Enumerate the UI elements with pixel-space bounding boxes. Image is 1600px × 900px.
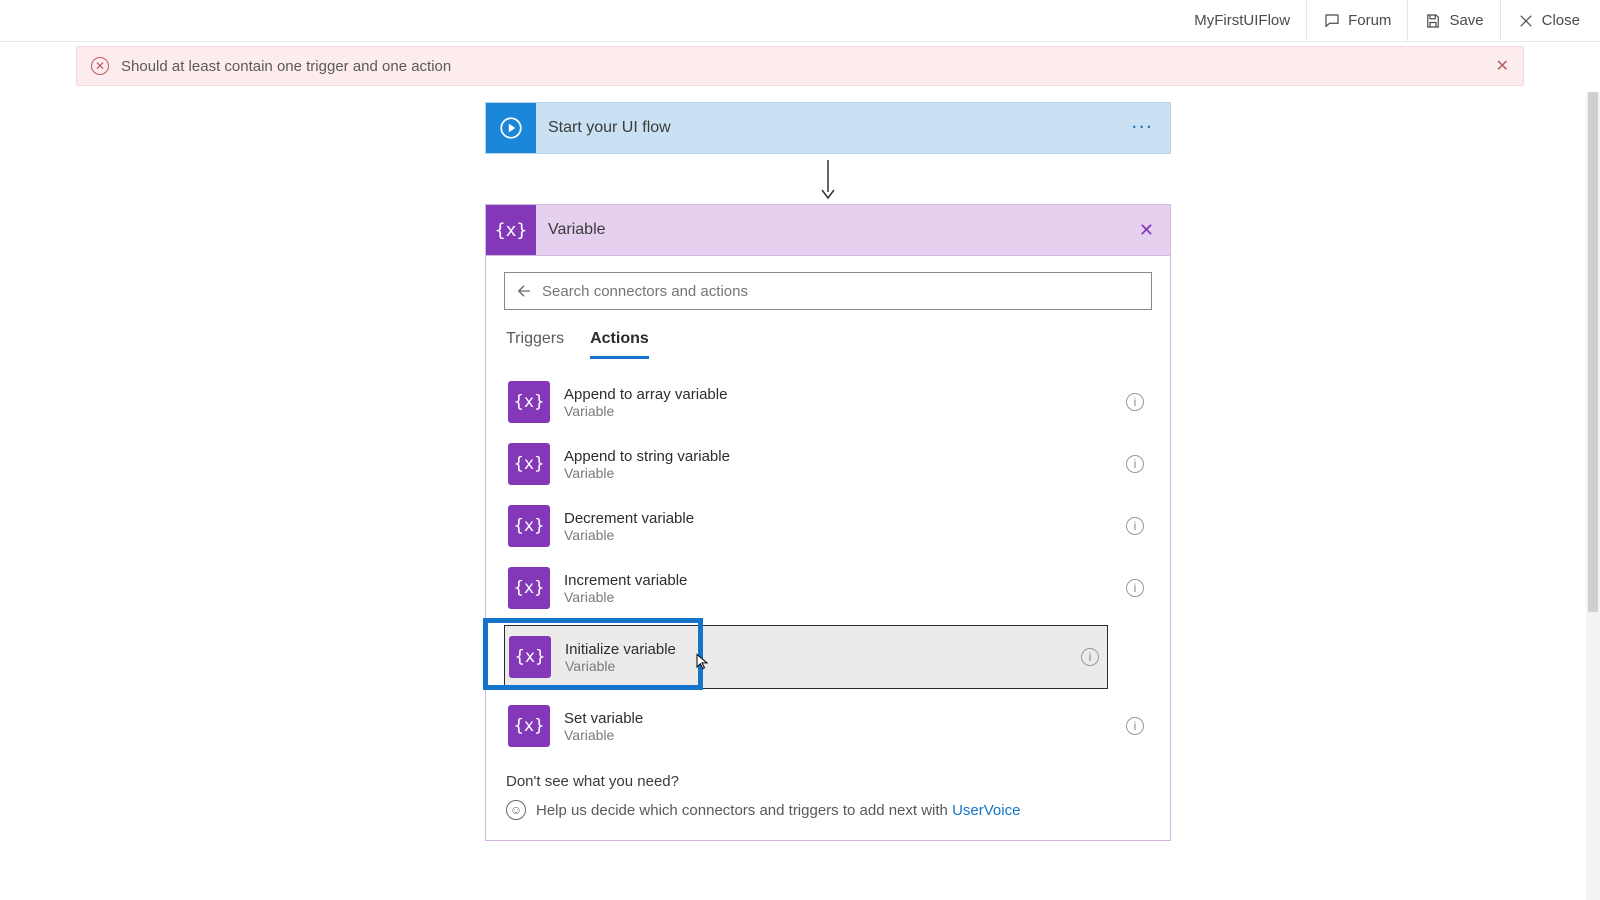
action-title: Append to string variable	[564, 448, 730, 465]
variable-panel-body: Triggers Actions {x} Append to array var…	[485, 256, 1171, 841]
variable-icon: {x}	[508, 381, 550, 423]
tab-triggers[interactable]: Triggers	[506, 330, 564, 359]
variable-panel-header: {x} Variable ✕	[485, 204, 1171, 256]
action-title: Increment variable	[564, 572, 687, 589]
action-append-string[interactable]: {x} Append to string variable Variable i	[504, 433, 1152, 495]
footer-text: Help us decide which connectors and trig…	[536, 802, 952, 819]
action-title: Decrement variable	[564, 510, 694, 527]
play-icon	[486, 103, 536, 153]
panel-footer: Don't see what you need? ☺ Help us decid…	[504, 773, 1152, 832]
save-label: Save	[1449, 12, 1483, 29]
start-flow-title: Start your UI flow	[536, 119, 1116, 137]
action-append-array[interactable]: {x} Append to array variable Variable i	[504, 371, 1152, 433]
close-label: Close	[1542, 12, 1580, 29]
arrow-down-icon	[816, 158, 840, 202]
variable-icon: {x}	[509, 636, 551, 678]
top-toolbar: MyFirstUIFlow Forum Save Close	[0, 0, 1600, 42]
info-icon[interactable]: i	[1126, 579, 1144, 597]
variable-icon: {x}	[508, 567, 550, 609]
info-icon[interactable]: i	[1126, 393, 1144, 411]
designer-canvas: Start your UI flow ··· {x} Variable ✕ Tr…	[76, 92, 1580, 900]
action-subtitle: Variable	[564, 527, 694, 543]
action-subtitle: Variable	[564, 589, 687, 605]
action-set[interactable]: {x} Set variable Variable i	[504, 695, 1152, 757]
variable-icon: {x}	[486, 205, 536, 255]
error-message: Should at least contain one trigger and …	[121, 58, 451, 75]
banner-close-button[interactable]: ✕	[1496, 56, 1509, 76]
vertical-scrollbar[interactable]	[1586, 92, 1600, 900]
info-icon[interactable]: i	[1126, 455, 1144, 473]
tabs: Triggers Actions	[506, 330, 1152, 359]
action-title: Initialize variable	[565, 641, 676, 658]
info-icon[interactable]: i	[1081, 648, 1099, 666]
start-flow-card[interactable]: Start your UI flow ···	[485, 102, 1171, 154]
tab-actions[interactable]: Actions	[590, 330, 649, 359]
action-subtitle: Variable	[565, 658, 676, 674]
action-initialize[interactable]: {x} Initialize variable Variable i	[504, 625, 1108, 689]
action-title: Set variable	[564, 710, 643, 727]
error-banner: ✕ Should at least contain one trigger an…	[76, 46, 1524, 86]
variable-icon: {x}	[508, 505, 550, 547]
back-arrow-icon[interactable]	[515, 282, 533, 300]
variable-panel-title: Variable	[536, 221, 1123, 239]
action-subtitle: Variable	[564, 727, 643, 743]
footer-question: Don't see what you need?	[506, 773, 1150, 790]
start-flow-more-button[interactable]: ···	[1116, 119, 1170, 137]
error-icon: ✕	[91, 57, 109, 75]
forum-label: Forum	[1348, 12, 1391, 29]
action-subtitle: Variable	[564, 403, 727, 419]
info-icon[interactable]: i	[1126, 517, 1144, 535]
action-increment[interactable]: {x} Increment variable Variable i	[504, 557, 1152, 619]
flow-name-label: MyFirstUIFlow	[1178, 0, 1306, 41]
search-box[interactable]	[504, 272, 1152, 310]
cursor-icon	[692, 650, 712, 674]
search-input[interactable]	[542, 283, 1141, 300]
smile-icon: ☺	[506, 800, 526, 820]
variable-icon: {x}	[508, 705, 550, 747]
save-button[interactable]: Save	[1407, 0, 1499, 41]
variable-icon: {x}	[508, 443, 550, 485]
info-icon[interactable]: i	[1126, 717, 1144, 735]
action-title: Append to array variable	[564, 386, 727, 403]
chat-icon	[1323, 12, 1341, 30]
forum-button[interactable]: Forum	[1306, 0, 1407, 41]
variable-panel-close-button[interactable]: ✕	[1123, 220, 1170, 241]
close-button[interactable]: Close	[1500, 0, 1596, 41]
action-decrement[interactable]: {x} Decrement variable Variable i	[504, 495, 1152, 557]
action-list: {x} Append to array variable Variable i …	[504, 371, 1152, 757]
uservoice-link[interactable]: UserVoice	[952, 802, 1020, 819]
save-icon	[1424, 12, 1442, 30]
action-subtitle: Variable	[564, 465, 730, 481]
close-icon	[1517, 12, 1535, 30]
scrollbar-thumb[interactable]	[1588, 92, 1598, 612]
